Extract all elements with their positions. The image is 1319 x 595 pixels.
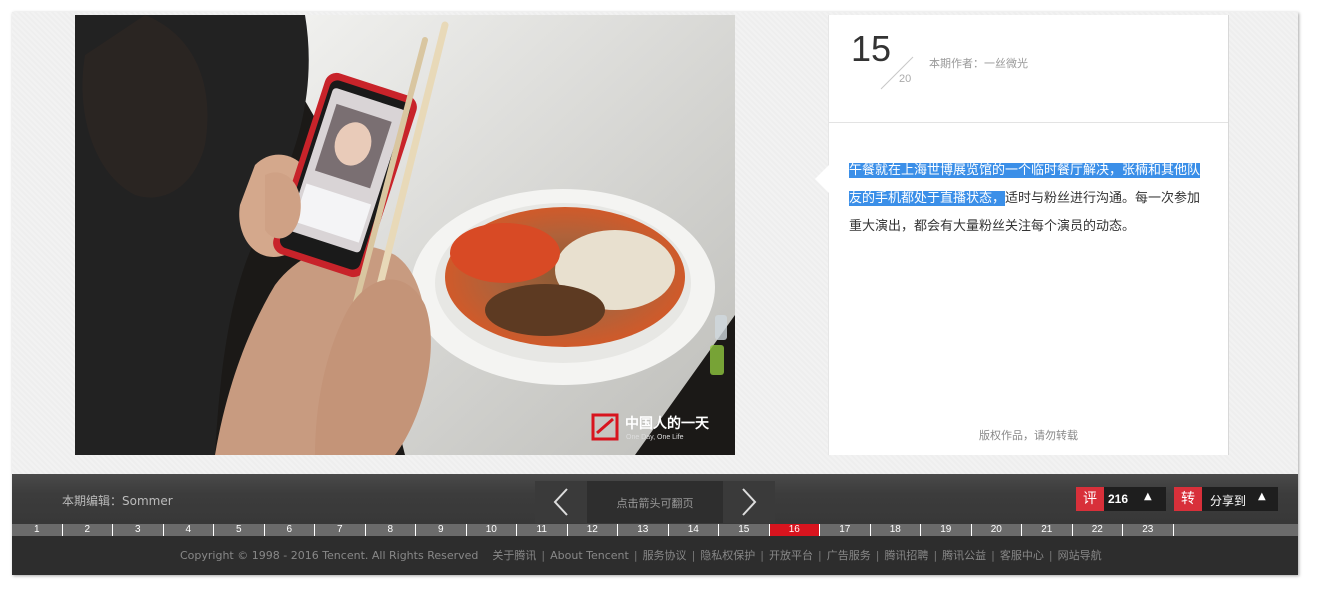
footer-link[interactable]: 隐私权保护 [700,549,755,562]
footer-link[interactable]: 腾讯公益 [942,549,986,562]
page-number-9[interactable]: 9 [416,524,467,536]
comment-tag: 评 [1076,487,1104,511]
share-tag: 转 [1174,487,1202,511]
page-total: 20 [899,73,912,85]
page-number-15[interactable]: 15 [719,524,770,536]
card-pointer [815,165,829,193]
page-number-22[interactable]: 22 [1073,524,1123,536]
page-number-4[interactable]: 4 [164,524,214,536]
page-number-18[interactable]: 18 [871,524,921,536]
page-number-11[interactable]: 11 [517,524,568,536]
footer-separator: | [818,549,822,562]
comment-button[interactable]: 评 216 ▲ [1076,487,1166,511]
footer-link[interactable]: 广告服务 [827,549,871,562]
page-number-23[interactable]: 23 [1123,524,1174,536]
footer-separator: | [760,549,764,562]
footer-link[interactable]: 服务协议 [643,549,687,562]
footer-separator: | [875,549,880,562]
footer-link[interactable]: About Tencent [550,549,629,562]
footer-separator: | [991,549,995,562]
caret-up-icon: ▲ [1258,491,1266,502]
caret-up-icon: ▲ [1144,491,1152,502]
footer-link[interactable]: 开放平台 [769,549,813,562]
page-number-19[interactable]: 19 [921,524,972,536]
pager-hint: 点击箭头可翻页 [616,497,694,510]
page-number-17[interactable]: 17 [820,524,871,536]
photo-caption: 午餐就在上海世博展览馆的一个临时餐厅解决，张楠和其他队友的手机都处于直播状态，适… [849,157,1209,241]
page-number-1[interactable]: 1 [12,524,63,536]
caption-card: 15 20 本期作者：一丝微光 午餐就在上海世博展览馆的一个临时餐厅解决，张楠和… [815,15,1229,455]
author-info: 本期作者：一丝微光 [929,55,1028,71]
next-page-button[interactable] [723,481,775,523]
editor-name: Sommer [122,494,173,508]
page-number-3[interactable]: 3 [113,524,164,536]
editor-label: 本期编辑： [62,494,123,508]
site-footer: Copyright © 1998 - 2016 Tencent. All Rig… [12,536,1298,575]
footer-link[interactable]: 腾讯招聘 [884,549,928,562]
page-number-14[interactable]: 14 [669,524,719,536]
gallery-photo: 中国人的一天 One Day, One Life [75,15,735,455]
share-label: 分享到 [1210,494,1247,508]
page-number-2[interactable]: 2 [63,524,113,536]
footer-separator: | [933,549,938,562]
page-number-20[interactable]: 20 [972,524,1022,536]
footer-separator: | [633,549,638,562]
author-label: 本期作者： [929,57,984,70]
page-number-strip: 1 2 3 4 5 6 7 8 9 10 11 12 13 14 15 16 17 18 19 20 21 22 23 [12,524,1298,536]
footer-link[interactable]: 网站导航 [1058,549,1102,562]
footer-separator: | [691,549,696,562]
footer-links: 关于腾讯 | About Tencent | 服务协议 | 隐私权保护 | 开放平台 | 广告服务 |… [492,549,1101,562]
pager: 点击箭头可翻页 [535,481,775,523]
author-name: 一丝微光 [984,57,1028,70]
footer-link[interactable]: 客服中心 [1000,549,1044,562]
share-button[interactable]: 转 分享到 ▲ [1174,487,1278,511]
gallery-frame: 中国人的一天 One Day, One Life 15 20 本期作者：一丝微光… [12,12,1298,575]
footer-link[interactable]: 关于腾讯 [492,549,536,562]
footer-copyright: Copyright © 1998 - 2016 Tencent. All Rig… [180,549,479,562]
editor-info: 本期编辑：Sommer [62,492,173,509]
footer-separator: | [1048,549,1053,562]
page-number-7[interactable]: 7 [315,524,366,536]
page-number-16[interactable]: 16 [769,524,820,536]
page-number-8[interactable]: 8 [366,524,416,536]
watermark-subtitle: One Day, One Life [626,434,684,441]
page-number-6[interactable]: 6 [265,524,315,536]
page-number-10[interactable]: 10 [467,524,517,536]
gallery-nav-bar: 本期编辑：Sommer 点击箭头可翻页 评 216 ▲ 转 分享到 ▲ [12,474,1298,524]
page-number-13[interactable]: 13 [618,524,669,536]
watermark-title: 中国人的一天 [625,416,709,432]
chevron-right-icon [742,488,757,516]
copyright-note: 版权作品，请勿转载 [979,429,1078,442]
footer-separator: | [541,549,546,562]
page-number-21[interactable]: 21 [1022,524,1073,536]
page-number-5[interactable]: 5 [214,524,265,536]
chevron-left-icon [553,488,568,516]
comment-count: 216 [1108,492,1129,506]
footer-text: Copyright © 1998 - 2016 Tencent. All Rig… [180,547,1102,563]
page-number-12[interactable]: 12 [568,524,618,536]
prev-page-button[interactable] [535,481,587,523]
card-divider [829,122,1228,123]
